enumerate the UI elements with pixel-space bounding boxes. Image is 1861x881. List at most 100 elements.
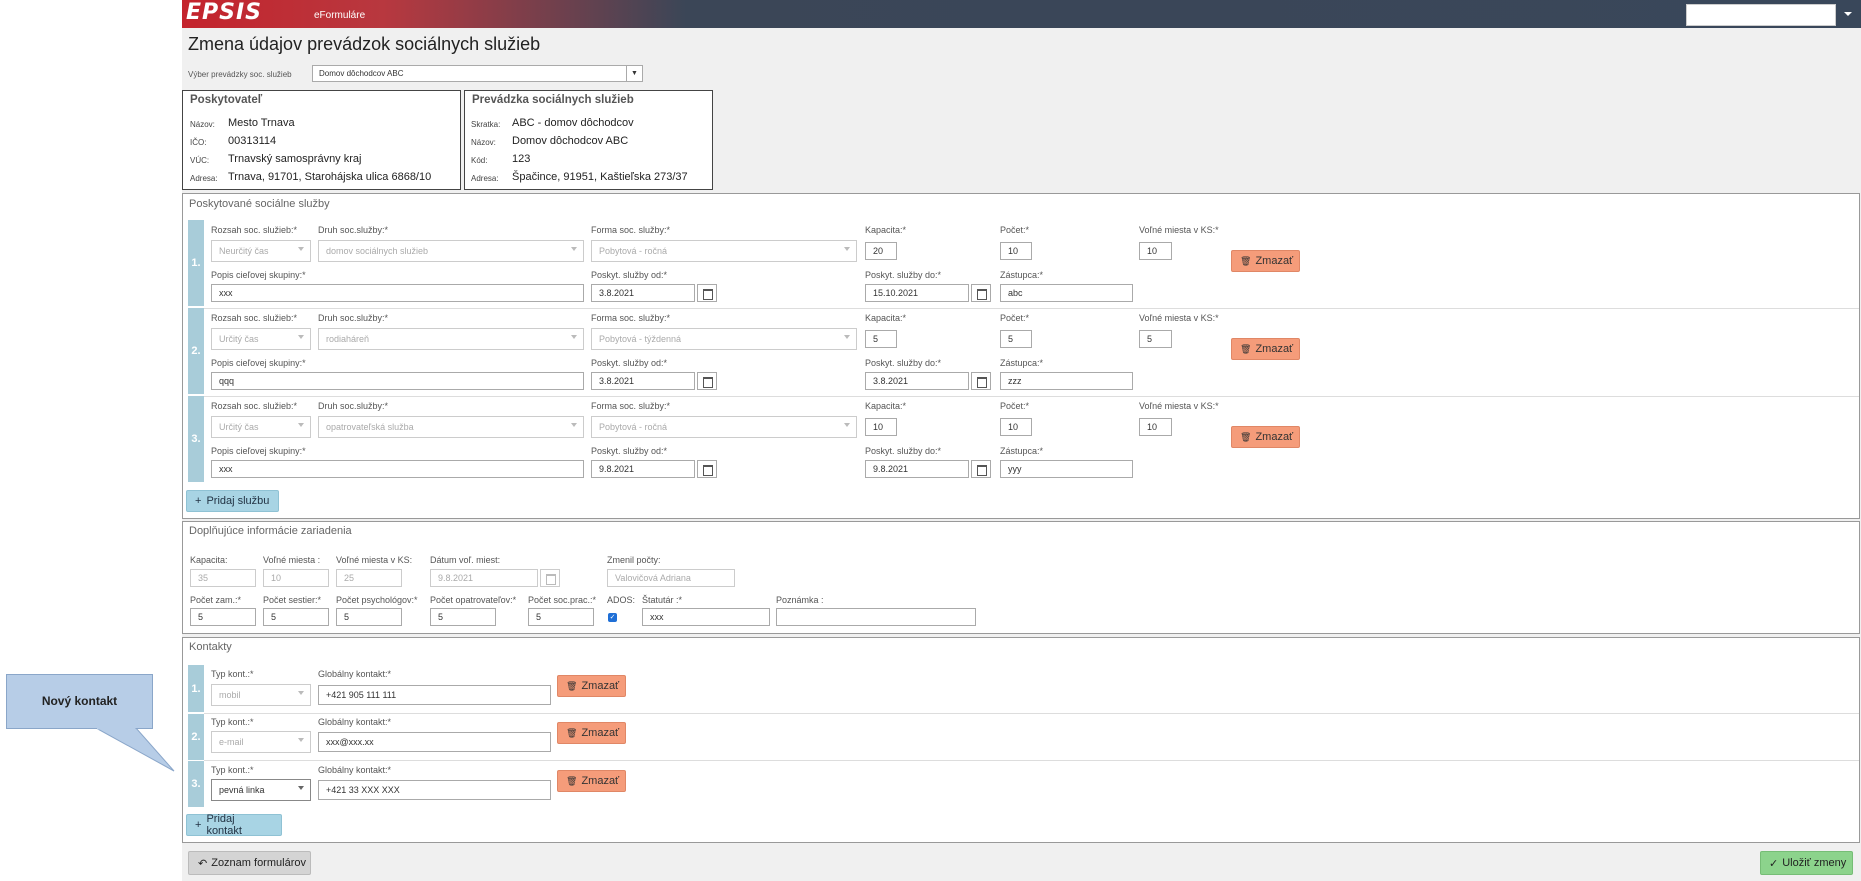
zastupca-input[interactable]: abc <box>1000 284 1133 302</box>
dropdown-arrow-icon[interactable]: ▼ <box>626 66 642 81</box>
druh-label: Druh soc.služby:* <box>318 225 389 235</box>
do-input[interactable]: 3.8.2021 <box>865 372 969 390</box>
calendar-icon[interactable] <box>971 372 991 390</box>
pocet-input[interactable]: 10 <box>1000 418 1032 436</box>
trash-icon: 🗑 <box>566 680 578 691</box>
global-label: Globálny kontakt:* <box>318 717 392 727</box>
delete-contact-button[interactable]: 🗑 Zmazať <box>557 675 626 697</box>
typ-select[interactable]: pevná linka <box>211 779 311 801</box>
user-menu-caret-icon[interactable] <box>1844 12 1852 16</box>
facility-select-value: Domov dôchodcov ABC <box>319 69 404 78</box>
add-contact-label: Pridaj kontakt <box>206 813 242 837</box>
forma-select[interactable]: Pobytová - ročná <box>591 240 857 262</box>
kapacita-input[interactable]: 20 <box>865 242 897 260</box>
add-contact-button[interactable]: + Pridaj kontakt <box>186 813 282 837</box>
druh-select[interactable]: domov sociálnych služieb <box>318 240 584 262</box>
volne-input[interactable]: 5 <box>1139 330 1172 348</box>
od-input[interactable]: 9.8.2021 <box>591 460 695 478</box>
top-bar: EPSIS eFormuláre <box>182 0 1861 28</box>
delete-contact-button[interactable]: 🗑 Zmazať <box>557 770 626 792</box>
delete-label: Zmazať <box>1255 343 1294 355</box>
rozsah-select[interactable]: Neurčitý čas <box>211 240 311 262</box>
poznamka-label: Poznámka : <box>776 595 824 605</box>
tooltip-tail <box>96 728 175 772</box>
socprac-input[interactable]: 5 <box>528 608 594 626</box>
delete-label: Zmazať <box>1255 431 1294 443</box>
save-changes-button[interactable]: ✓ Uložiť zmeny <box>1760 851 1853 875</box>
facility-value: ABC - domov dôchodcov <box>512 117 634 129</box>
ados-checkbox[interactable]: ✓ <box>608 613 617 622</box>
do-label: Poskyt. služby do:* <box>865 358 942 368</box>
user-menu-field[interactable] <box>1686 4 1836 26</box>
facility-label: Skratka: <box>471 120 501 129</box>
global-contact-input[interactable]: +421 33 XXX XXX <box>318 780 551 800</box>
delete-service-button[interactable]: 🗑 Zmazať <box>1231 426 1300 448</box>
pocet-input[interactable]: 5 <box>1000 330 1032 348</box>
zam-input[interactable]: 5 <box>190 608 256 626</box>
poznamka-input[interactable] <box>776 608 976 626</box>
delete-contact-button[interactable]: 🗑 Zmazať <box>557 722 626 744</box>
back-label: Zoznam formulárov <box>211 857 306 869</box>
global-contact-input[interactable]: +421 905 111 111 <box>318 685 551 705</box>
forma-select[interactable]: Pobytová - týždenná <box>591 328 857 350</box>
zastupca-input[interactable]: yyy <box>1000 460 1133 478</box>
typ-label: Typ kont.:* <box>211 717 254 727</box>
rozsah-select[interactable]: Určitý čas <box>211 416 311 438</box>
plus-icon: + <box>195 819 202 831</box>
statutar-input[interactable]: xxx <box>642 608 770 626</box>
typ-select[interactable]: mobil <box>211 684 311 706</box>
kapacita-label: Kapacita:* <box>865 225 907 235</box>
do-label: Poskyt. služby do:* <box>865 446 942 456</box>
page: EPSIS eFormuláre Zmena údajov prevádzok … <box>0 0 1861 881</box>
delete-service-button[interactable]: 🗑 Zmazať <box>1231 250 1300 272</box>
calendar-icon[interactable] <box>697 372 717 390</box>
pocet-input[interactable]: 10 <box>1000 242 1032 260</box>
druh-label: Druh soc.služby:* <box>318 313 389 323</box>
delete-label: Zmazať <box>581 775 620 787</box>
delete-service-button[interactable]: 🗑 Zmazať <box>1231 338 1300 360</box>
volne-label: Voľné miesta v KS:* <box>1139 225 1219 235</box>
druh-select[interactable]: rodiaháreň <box>318 328 584 350</box>
facility-value: 123 <box>512 153 531 165</box>
row-divider <box>204 713 1859 714</box>
popis-input[interactable]: xxx <box>211 460 584 478</box>
sestier-input[interactable]: 5 <box>263 608 329 626</box>
add-service-label: Pridaj službu <box>206 495 270 507</box>
forma-select[interactable]: Pobytová - ročná <box>591 416 857 438</box>
provider-value: Mesto Trnava <box>228 117 295 129</box>
calendar-icon[interactable] <box>971 460 991 478</box>
datum-input: 9.8.2021 <box>430 569 538 587</box>
extra-info-title: Doplňujúce informácie zariadenia <box>189 525 352 537</box>
rozsah-label: Rozsah soc. služieb:* <box>211 225 298 235</box>
global-contact-input[interactable]: xxx@xxx.xx <box>318 732 551 752</box>
calendar-icon[interactable] <box>697 460 717 478</box>
typ-select[interactable]: e-mail <box>211 731 311 753</box>
typ-label: Typ kont.:* <box>211 669 254 679</box>
od-input[interactable]: 3.8.2021 <box>591 284 695 302</box>
volne-label: Voľné miesta : <box>263 555 321 565</box>
facility-value: Domov dôchodcov ABC <box>512 135 629 147</box>
popis-input[interactable]: xxx <box>211 284 584 302</box>
back-to-list-button[interactable]: ↶ Zoznam formulárov <box>188 851 311 875</box>
do-input[interactable]: 9.8.2021 <box>865 460 969 478</box>
od-input[interactable]: 3.8.2021 <box>591 372 695 390</box>
do-input[interactable]: 15.10.2021 <box>865 284 969 302</box>
calendar-icon[interactable] <box>971 284 991 302</box>
volne-input[interactable]: 10 <box>1139 242 1172 260</box>
druh-select[interactable]: opatrovateľská služba <box>318 416 584 438</box>
calendar-icon[interactable] <box>697 284 717 302</box>
trash-icon: 🗑 <box>566 727 578 738</box>
forma-label: Forma soc. služby:* <box>591 401 671 411</box>
rozsah-select[interactable]: Určitý čas <box>211 328 311 350</box>
facility-select[interactable]: Domov dôchodcov ABC ▼ <box>312 65 643 82</box>
kapacita-label: Kapacita:* <box>865 313 907 323</box>
popis-input[interactable]: qqq <box>211 372 584 390</box>
volne-input[interactable]: 10 <box>1139 418 1172 436</box>
psych-input[interactable]: 5 <box>336 608 402 626</box>
kapacita-input[interactable]: 10 <box>865 418 897 436</box>
opatr-input[interactable]: 5 <box>430 608 496 626</box>
volne-ks-input: 25 <box>336 569 402 587</box>
kapacita-input[interactable]: 5 <box>865 330 897 348</box>
zastupca-input[interactable]: zzz <box>1000 372 1133 390</box>
add-service-button[interactable]: + Pridaj službu <box>186 490 279 512</box>
